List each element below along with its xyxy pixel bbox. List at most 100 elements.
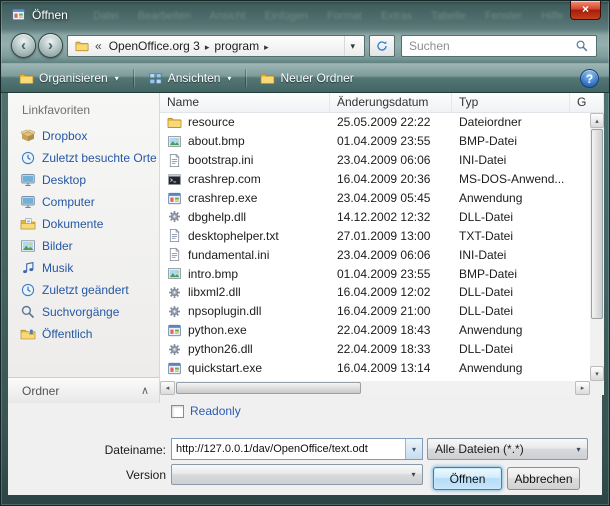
file-name: resource: [188, 115, 235, 129]
app-icon: [167, 191, 182, 206]
file-row[interactable]: crashrep.exe23.04.2009 05:45Anwendung: [160, 189, 590, 208]
help-button[interactable]: ?: [580, 69, 599, 88]
file-name-cell: npsoplugin.dll: [160, 304, 330, 319]
column-header-nderungsdatum[interactable]: Änderungsdatum: [330, 93, 452, 112]
cancel-button[interactable]: Abbrechen: [507, 467, 580, 490]
readonly-checkbox[interactable]: [171, 405, 184, 418]
breadcrumb-dropdown-icon[interactable]: ▾: [344, 36, 360, 56]
file-name: python.exe: [188, 323, 247, 337]
breadcrumb-item[interactable]: program: [210, 39, 263, 53]
file-date-cell: 23.04.2009 05:45: [330, 191, 452, 205]
back-button[interactable]: ‹: [11, 33, 36, 58]
file-type-cell: Anwendung: [452, 361, 570, 375]
file-type-cell: BMP-Datei: [452, 134, 570, 148]
file-date-cell: 25.05.2009 22:22: [330, 115, 452, 129]
file-row[interactable]: npsoplugin.dll16.04.2009 21:00DLL-Datei: [160, 302, 590, 321]
file-row[interactable]: intro.bmp01.04.2009 23:55BMP-Datei: [160, 264, 590, 283]
file-name: npsoplugin.dll: [188, 304, 261, 318]
file-date-cell: 01.04.2009 23:55: [330, 134, 452, 148]
command-toolbar: Organisieren ▾ Ansichten ▾ Neuer Ordner …: [1, 63, 609, 93]
breadcrumb-item[interactable]: OpenOffice.org 3: [105, 39, 204, 53]
file-row[interactable]: python.exe22.04.2009 18:43Anwendung: [160, 321, 590, 340]
scroll-left-icon[interactable]: ◂: [160, 381, 175, 395]
horizontal-scrollbar[interactable]: ◂ ▸: [160, 381, 590, 395]
sidebar-item-ffentlich[interactable]: Öffentlich: [8, 323, 159, 345]
file-name-cell: bootstrap.ini: [160, 153, 330, 168]
column-header-name[interactable]: Name: [160, 93, 330, 112]
filename-input[interactable]: http://127.0.0.1/dav/OpenOffice/text.odt…: [171, 438, 423, 460]
filename-label: Dateiname:: [70, 443, 166, 457]
breadcrumb[interactable]: « OpenOffice.org 3▸program▸ ▾: [67, 35, 365, 57]
views-button[interactable]: Ansichten ▾: [140, 68, 240, 89]
search-icon[interactable]: [575, 39, 589, 53]
search-input[interactable]: Suchen: [401, 35, 597, 57]
sidebar-item-zuletzt-ge-ndert[interactable]: Zuletzt geändert: [8, 279, 159, 301]
dll-icon: [167, 285, 182, 300]
file-row[interactable]: bootstrap.ini23.04.2009 06:06INI-Datei: [160, 151, 590, 170]
recent-changed-icon: [20, 282, 36, 298]
open-file-dialog: Datei Bearbeiten Ansicht Einfügen Format…: [0, 0, 610, 506]
dll-icon: [167, 209, 182, 224]
folders-toggle[interactable]: Ordner ∧: [8, 377, 159, 403]
file-row[interactable]: quickstart.exe16.04.2009 13:14Anwendung: [160, 359, 590, 378]
readonly-label: Readonly: [190, 404, 241, 418]
chevron-right-icon: ›: [48, 37, 53, 54]
filetype-select[interactable]: Alle Dateien (*.*) ▾: [427, 438, 588, 460]
breadcrumb-separator-icon[interactable]: ▸: [263, 42, 270, 52]
file-row[interactable]: fundamental.ini23.04.2009 06:06INI-Datei: [160, 245, 590, 264]
sidebar-item-label: Dropbox: [42, 129, 87, 143]
sidebar-item-label: Zuletzt besuchte Orte: [42, 151, 157, 165]
chevron-left-icon: ‹: [21, 37, 26, 54]
sidebar-item-computer[interactable]: Computer: [8, 191, 159, 213]
file-row[interactable]: dbghelp.dll14.12.2002 12:32DLL-Datei: [160, 207, 590, 226]
vertical-scrollbar[interactable]: ▴ ▾: [590, 113, 604, 381]
navigation-bar: ‹ › « OpenOffice.org 3▸program▸ ▾ Suchen: [1, 29, 609, 63]
column-header-g[interactable]: G: [570, 93, 604, 112]
file-row[interactable]: crashrep.com16.04.2009 20:36MS-DOS-Anwen…: [160, 170, 590, 189]
scroll-right-icon[interactable]: ▸: [575, 381, 590, 395]
file-row[interactable]: desktophelper.txt27.01.2009 13:00TXT-Dat…: [160, 226, 590, 245]
favorites-sidebar: Linkfavoriten DropboxZuletzt besuchte Or…: [8, 93, 160, 403]
column-header-typ[interactable]: Typ: [452, 93, 570, 112]
open-button[interactable]: Öffnen: [433, 467, 502, 490]
file-type-cell: BMP-Datei: [452, 267, 570, 281]
sidebar-item-desktop[interactable]: Desktop: [8, 169, 159, 191]
organize-button[interactable]: Organisieren ▾: [11, 68, 127, 89]
refresh-button[interactable]: [369, 35, 395, 57]
sidebar-item-dokumente[interactable]: Dokumente: [8, 213, 159, 235]
sidebar-item-bilder[interactable]: Bilder: [8, 235, 159, 257]
music-icon: [20, 260, 36, 276]
vertical-scroll-thumb[interactable]: [591, 129, 603, 319]
dll-icon: [167, 342, 182, 357]
file-row[interactable]: libxml2.dll16.04.2009 12:02DLL-Datei: [160, 283, 590, 302]
combo-dropdown-icon[interactable]: ▾: [405, 439, 422, 459]
forward-button[interactable]: ›: [38, 33, 63, 58]
sidebar-item-suchvorg-nge[interactable]: Suchvorgänge: [8, 301, 159, 323]
scroll-down-icon[interactable]: ▾: [590, 366, 604, 381]
file-row[interactable]: resource25.05.2009 22:22Dateiordner: [160, 113, 590, 132]
breadcrumb-overflow-icon[interactable]: «: [95, 39, 102, 53]
file-name-cell: desktophelper.txt: [160, 228, 330, 243]
sidebar-item-dropbox[interactable]: Dropbox: [8, 125, 159, 147]
filename-value[interactable]: http://127.0.0.1/dav/OpenOffice/text.odt: [172, 443, 405, 455]
file-date-cell: 22.04.2009 18:33: [330, 342, 452, 356]
window-title: Öffnen: [32, 8, 68, 22]
file-row[interactable]: about.bmp01.04.2009 23:55BMP-Datei: [160, 132, 590, 151]
horizontal-scroll-thumb[interactable]: [176, 382, 361, 394]
file-row[interactable]: python26.dll22.04.2009 18:33DLL-Datei: [160, 340, 590, 359]
sidebar-item-label: Computer: [42, 195, 95, 209]
filetype-value: Alle Dateien (*.*): [428, 442, 570, 456]
new-folder-icon: [260, 71, 275, 86]
recent-icon: [20, 150, 36, 166]
version-select[interactable]: ▾: [171, 464, 423, 485]
file-date-cell: 23.04.2009 06:06: [330, 153, 452, 167]
scroll-up-icon[interactable]: ▴: [590, 113, 604, 128]
close-button[interactable]: ×: [570, 1, 601, 20]
sidebar-item-label: Suchvorgänge: [42, 305, 119, 319]
sidebar-item-zuletzt-besuchte-orte[interactable]: Zuletzt besuchte Orte: [8, 147, 159, 169]
file-name: quickstart.exe: [188, 361, 262, 375]
file-name-cell: crashrep.com: [160, 172, 330, 187]
sidebar-item-musik[interactable]: Musik: [8, 257, 159, 279]
file-type-cell: DLL-Datei: [452, 304, 570, 318]
new-folder-button[interactable]: Neuer Ordner: [252, 68, 361, 89]
